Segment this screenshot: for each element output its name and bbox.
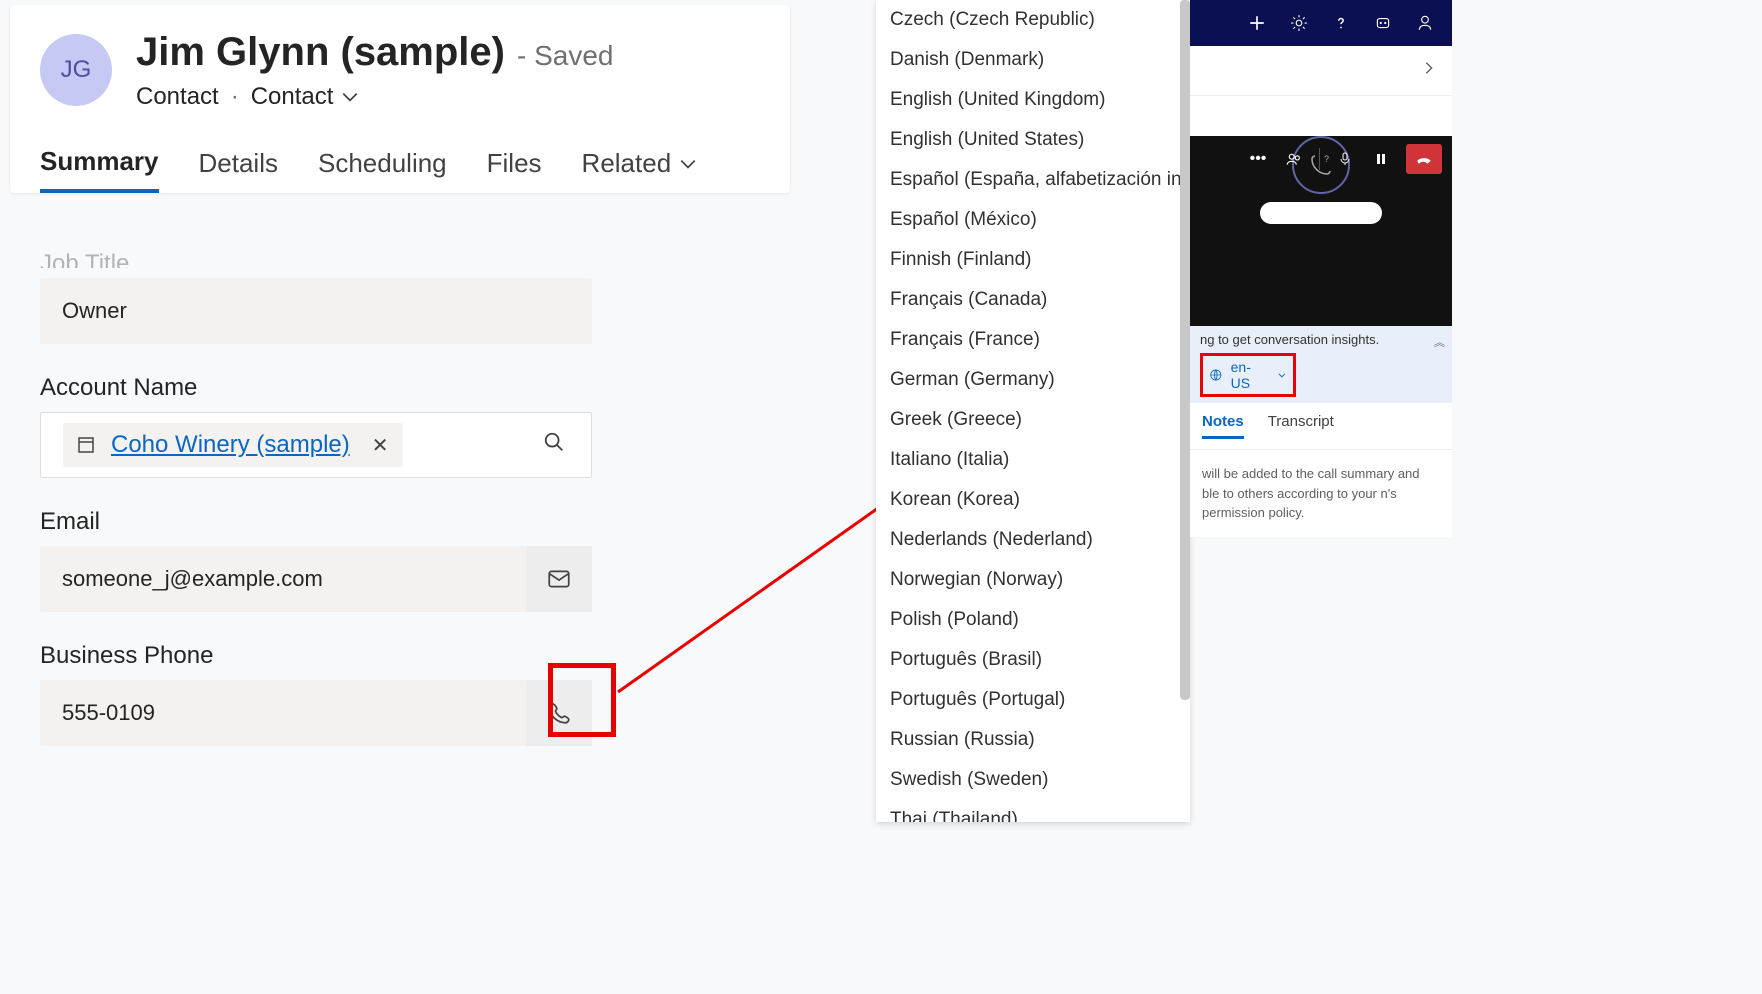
people-icon[interactable]: [1283, 148, 1305, 170]
language-option[interactable]: Português (Portugal): [876, 680, 1190, 720]
language-option[interactable]: Norwegian (Norway): [876, 560, 1190, 600]
more-icon[interactable]: •••: [1247, 148, 1269, 170]
insights-bar: ︽ ng to get conversation insights. en-US: [1190, 326, 1452, 403]
chevron-right-icon[interactable]: [1422, 61, 1436, 80]
language-option[interactable]: Czech (Czech Republic): [876, 0, 1190, 40]
email-field[interactable]: someone_j@example.com: [40, 546, 526, 612]
language-option[interactable]: English (United States): [876, 120, 1190, 160]
language-option[interactable]: Polish (Poland): [876, 600, 1190, 640]
job-title-field[interactable]: Owner: [40, 278, 592, 344]
search-icon[interactable]: [543, 431, 565, 459]
language-code: en-US: [1231, 359, 1270, 391]
language-option[interactable]: Danish (Denmark): [876, 40, 1190, 80]
language-option[interactable]: Korean (Korea): [876, 480, 1190, 520]
pause-icon[interactable]: [1370, 148, 1392, 170]
account-field[interactable]: Coho Winery (sample) ✕: [40, 412, 592, 478]
divider: [1319, 148, 1320, 170]
avatar: JG: [40, 34, 112, 106]
contact-header: JG Jim Glynn (sample) - Saved Contact · …: [10, 5, 790, 116]
language-option[interactable]: Italiano (Italia): [876, 440, 1190, 480]
tab-summary[interactable]: Summary: [40, 146, 159, 193]
language-option[interactable]: Español (México): [876, 200, 1190, 240]
call-panel: ••• ? ︽ ng to get conversation insights.…: [1190, 96, 1452, 537]
collapse-icon[interactable]: ︽: [1434, 334, 1442, 350]
field-label-email: Email: [40, 508, 592, 536]
notes-body: will be added to the call summary and bl…: [1190, 450, 1452, 537]
call-tab-transcript[interactable]: Transcript: [1268, 413, 1334, 439]
call-controls: •••: [1247, 144, 1442, 174]
language-selector[interactable]: en-US: [1200, 353, 1296, 397]
call-video-area: ••• ?: [1190, 136, 1452, 326]
language-option[interactable]: Português (Brasil): [876, 640, 1190, 680]
email-icon: [546, 566, 572, 592]
language-option[interactable]: Finnish (Finland): [876, 240, 1190, 280]
language-option[interactable]: Swedish (Sweden): [876, 760, 1190, 800]
chevron-down-icon: [341, 88, 359, 106]
person-icon[interactable]: [1416, 14, 1434, 32]
language-dropdown: Czech (Czech Republic)Danish (Denmark)En…: [876, 0, 1190, 822]
clear-account-icon[interactable]: ✕: [372, 433, 389, 458]
help-icon[interactable]: [1332, 14, 1350, 32]
language-option[interactable]: Español (España, alfabetización internac…: [876, 160, 1190, 200]
language-option[interactable]: German (Germany): [876, 360, 1190, 400]
send-email-button[interactable]: [526, 546, 592, 612]
expand-row: [1190, 46, 1452, 96]
mic-icon[interactable]: [1334, 148, 1356, 170]
contact-name: Jim Glynn (sample): [136, 30, 505, 75]
call-tabs: Notes Transcript: [1190, 403, 1452, 450]
form-type-label: Contact: [251, 83, 334, 111]
tab-files[interactable]: Files: [487, 146, 542, 193]
phone-icon: [546, 700, 572, 726]
form-type-dropdown[interactable]: Contact: [251, 83, 360, 111]
contact-card: JG Jim Glynn (sample) - Saved Contact · …: [10, 5, 790, 193]
tab-details[interactable]: Details: [199, 146, 278, 193]
account-icon: [77, 435, 97, 455]
tab-bar: Summary Details Scheduling Files Related: [10, 116, 790, 193]
language-option[interactable]: Nederlands (Nederland): [876, 520, 1190, 560]
language-option[interactable]: English (United Kingdom): [876, 80, 1190, 120]
insights-text: ng to get conversation insights.: [1200, 332, 1442, 347]
call-tab-notes[interactable]: Notes: [1202, 413, 1244, 439]
language-option[interactable]: Français (France): [876, 320, 1190, 360]
language-option[interactable]: Russian (Russia): [876, 720, 1190, 760]
language-option[interactable]: Greek (Greece): [876, 400, 1190, 440]
language-option[interactable]: Français (Canada): [876, 280, 1190, 320]
hangup-button[interactable]: [1406, 144, 1442, 174]
caller-name-redacted: [1260, 202, 1382, 224]
call-phone-button[interactable]: [526, 680, 592, 746]
field-label-job-title: Job Title: [40, 250, 592, 268]
tab-related[interactable]: Related: [582, 146, 698, 193]
form-area: Job Title Owner Account Name Coho Winery…: [10, 240, 622, 776]
phone-field[interactable]: 555-0109: [40, 680, 526, 746]
add-icon[interactable]: [1248, 14, 1266, 32]
chevron-down-icon: [1277, 370, 1287, 380]
tab-scheduling[interactable]: Scheduling: [318, 146, 447, 193]
account-link[interactable]: Coho Winery (sample): [111, 431, 350, 459]
gear-icon[interactable]: [1290, 14, 1308, 32]
assistant-icon[interactable]: [1374, 14, 1392, 32]
field-label-account: Account Name: [40, 374, 592, 402]
separator-dot: ·: [231, 83, 239, 111]
globe-icon: [1209, 368, 1223, 382]
account-pill: Coho Winery (sample) ✕: [63, 423, 403, 467]
language-option[interactable]: Thai (Thailand): [876, 800, 1190, 822]
app-topbar: [1190, 0, 1452, 46]
field-label-phone: Business Phone: [40, 642, 592, 670]
scrollbar[interactable]: [1180, 0, 1190, 700]
tab-related-label: Related: [582, 148, 672, 179]
entity-type: Contact: [136, 83, 219, 111]
save-state: - Saved: [517, 40, 614, 72]
chevron-down-icon: [679, 155, 697, 173]
